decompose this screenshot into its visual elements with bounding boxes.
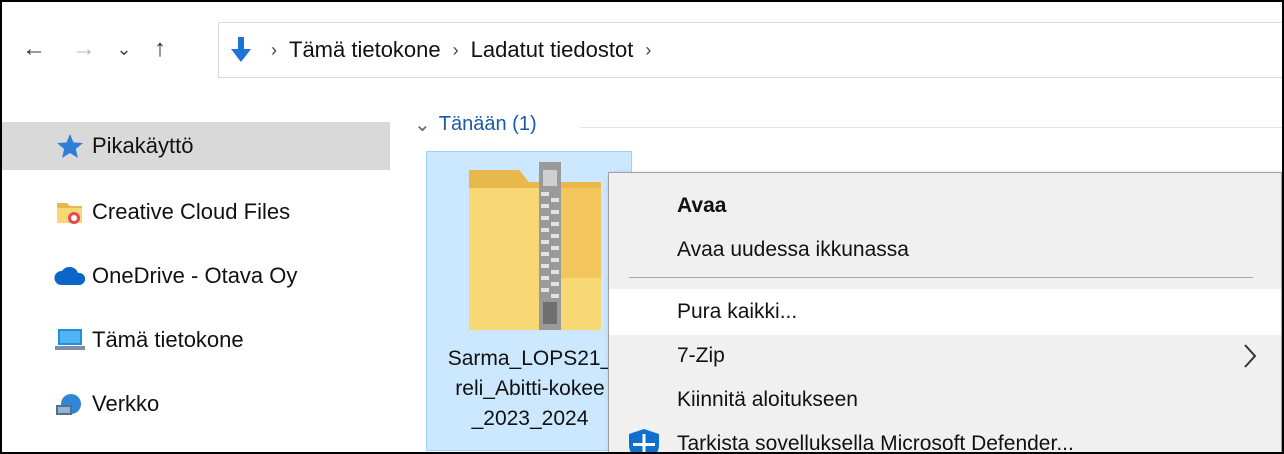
- file-name-line: Sarma_LOPS21_: [447, 347, 613, 370]
- computer-icon: [52, 326, 88, 354]
- menu-item-extract-all[interactable]: Pura kaikki...: [609, 289, 1281, 335]
- sidebar-item-network[interactable]: Verkko: [2, 380, 390, 428]
- menu-item-open-new-window[interactable]: Avaa uudessa ikkunassa: [609, 227, 1281, 273]
- breadcrumb-separator[interactable]: ›: [645, 40, 651, 61]
- file-item-zip[interactable]: Sarma_LOPS21_ reli_Abitti-kokee _2023_20…: [426, 151, 632, 451]
- menu-item-label: Tarkista sovelluksella Microsoft Defende…: [677, 432, 1074, 454]
- onedrive-cloud-icon: [52, 262, 88, 290]
- sidebar-item-this-pc[interactable]: Tämä tietokone: [2, 316, 390, 364]
- zip-folder-icon: [465, 162, 605, 339]
- network-icon: [52, 390, 88, 418]
- file-name-line: reli_Abitti-kokee: [455, 377, 605, 400]
- group-label: Tänään (1): [438, 113, 537, 135]
- menu-item-7zip[interactable]: 7-Zip: [609, 333, 1281, 379]
- recent-locations-chevron-icon[interactable]: ⌄: [110, 30, 138, 68]
- breadcrumb-downloads[interactable]: Ladatut tiedostot: [471, 37, 634, 63]
- sidebar-item-label: Tämä tietokone: [92, 327, 244, 352]
- forward-button[interactable]: →: [66, 30, 102, 68]
- chevron-right-icon: [1243, 343, 1257, 375]
- menu-separator: [629, 277, 1253, 278]
- chevron-down-icon: ⌄: [414, 114, 431, 136]
- sidebar-item-quick-access[interactable]: Pikakäyttö: [2, 122, 390, 170]
- file-name-line: _2023_2024: [471, 407, 589, 430]
- file-name: Sarma_LOPS21_ reli_Abitti-kokee _2023_20…: [427, 344, 633, 434]
- menu-item-pin-to-start[interactable]: Kiinnitä aloitukseen: [609, 377, 1281, 423]
- breadcrumb-separator[interactable]: ›: [271, 40, 277, 61]
- file-explorer-window: ← → ⌄ ↑ › Tämä tietokone › Ladatut tiedo…: [0, 0, 1284, 454]
- menu-item-open[interactable]: Avaa: [609, 183, 1281, 229]
- menu-item-label: 7-Zip: [677, 344, 725, 367]
- sidebar-item-label: Verkko: [92, 391, 160, 416]
- creative-cloud-folder-icon: [52, 198, 88, 226]
- defender-shield-icon: [627, 428, 661, 452]
- sidebar-item-label: OneDrive - Otava Oy: [92, 263, 298, 288]
- back-button[interactable]: ←: [16, 30, 52, 68]
- context-menu: Avaa Avaa uudessa ikkunassa Pura kaikki.…: [608, 172, 1282, 454]
- download-arrow-icon: [223, 35, 259, 65]
- navigation-pane: Pikakäyttö Creative Cloud Files OneDrive…: [2, 98, 390, 452]
- sidebar-item-label: Creative Cloud Files: [92, 199, 291, 224]
- up-button[interactable]: ↑: [142, 30, 178, 68]
- menu-item-label: Pura kaikki...: [677, 300, 798, 323]
- breadcrumb-separator[interactable]: ›: [453, 40, 459, 61]
- star-icon: [52, 132, 88, 160]
- address-bar[interactable]: › Tämä tietokone › Ladatut tiedostot ›: [218, 22, 1282, 78]
- sidebar-item-creative-cloud[interactable]: Creative Cloud Files: [2, 188, 390, 236]
- navigation-bar: ← → ⌄ ↑ › Tämä tietokone › Ladatut tiedo…: [2, 2, 1282, 98]
- menu-item-scan-defender[interactable]: Tarkista sovelluksella Microsoft Defende…: [609, 421, 1281, 454]
- group-header-today[interactable]: ⌄ Tänään (1): [414, 112, 537, 137]
- menu-item-label: Avaa: [677, 194, 727, 217]
- sidebar-item-onedrive[interactable]: OneDrive - Otava Oy: [2, 252, 390, 300]
- group-divider: [580, 127, 1282, 128]
- menu-item-label: Kiinnitä aloitukseen: [677, 388, 858, 411]
- menu-item-label: Avaa uudessa ikkunassa: [677, 238, 909, 261]
- sidebar-item-label: Pikakäyttö: [92, 133, 194, 158]
- breadcrumb-this-pc[interactable]: Tämä tietokone: [289, 37, 441, 63]
